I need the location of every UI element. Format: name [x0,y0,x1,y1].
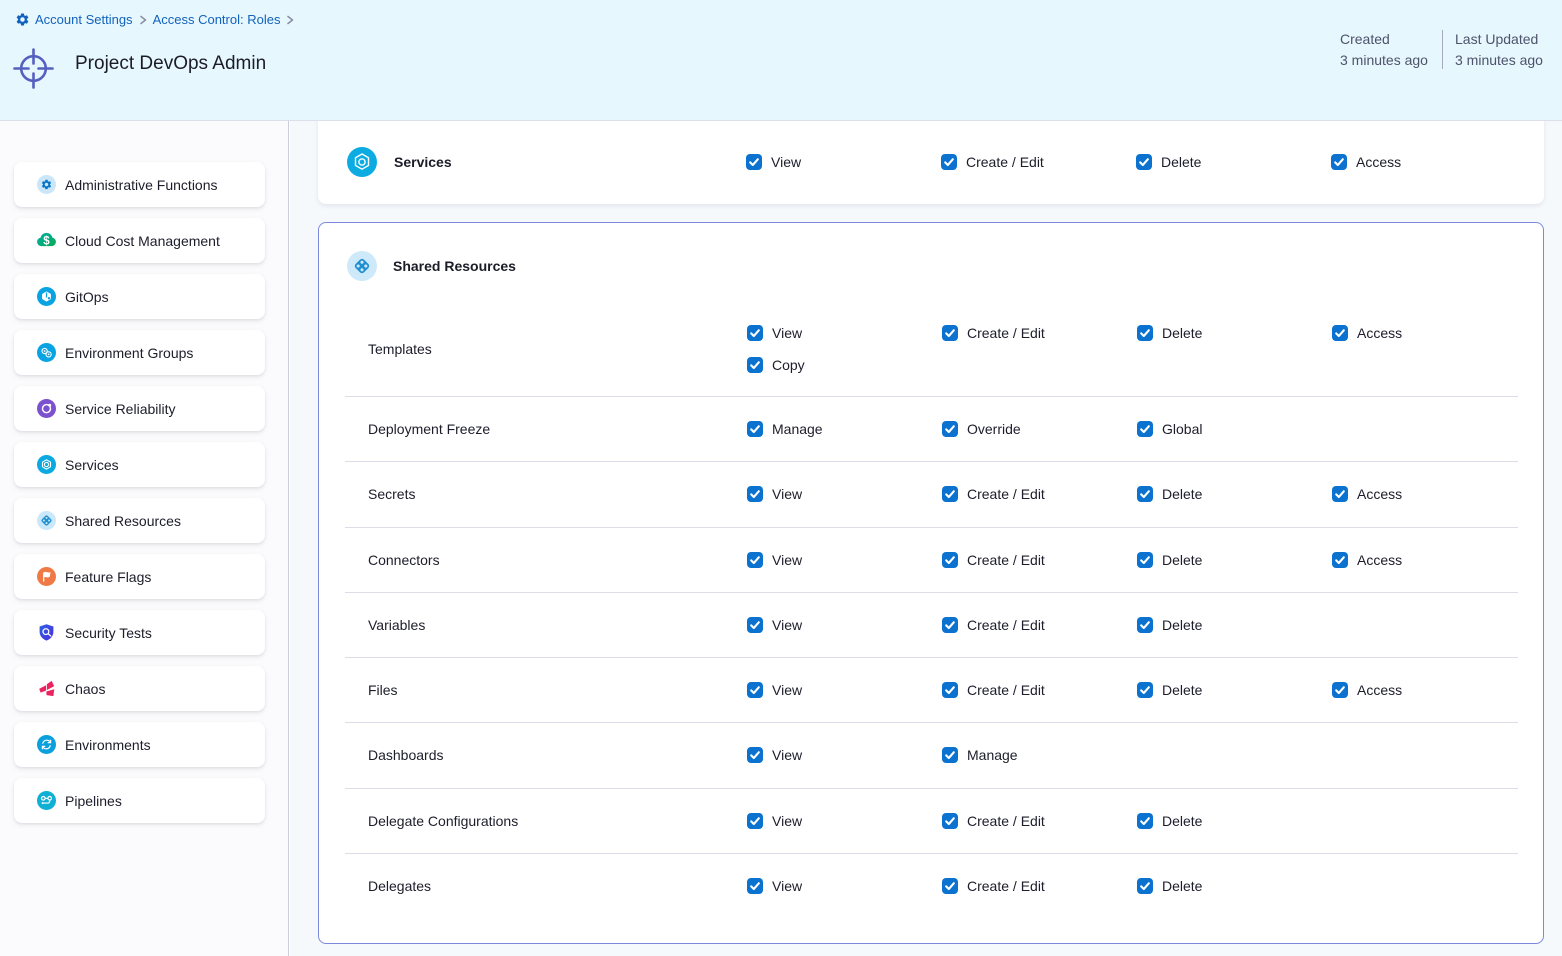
svg-text:$: $ [43,236,50,248]
